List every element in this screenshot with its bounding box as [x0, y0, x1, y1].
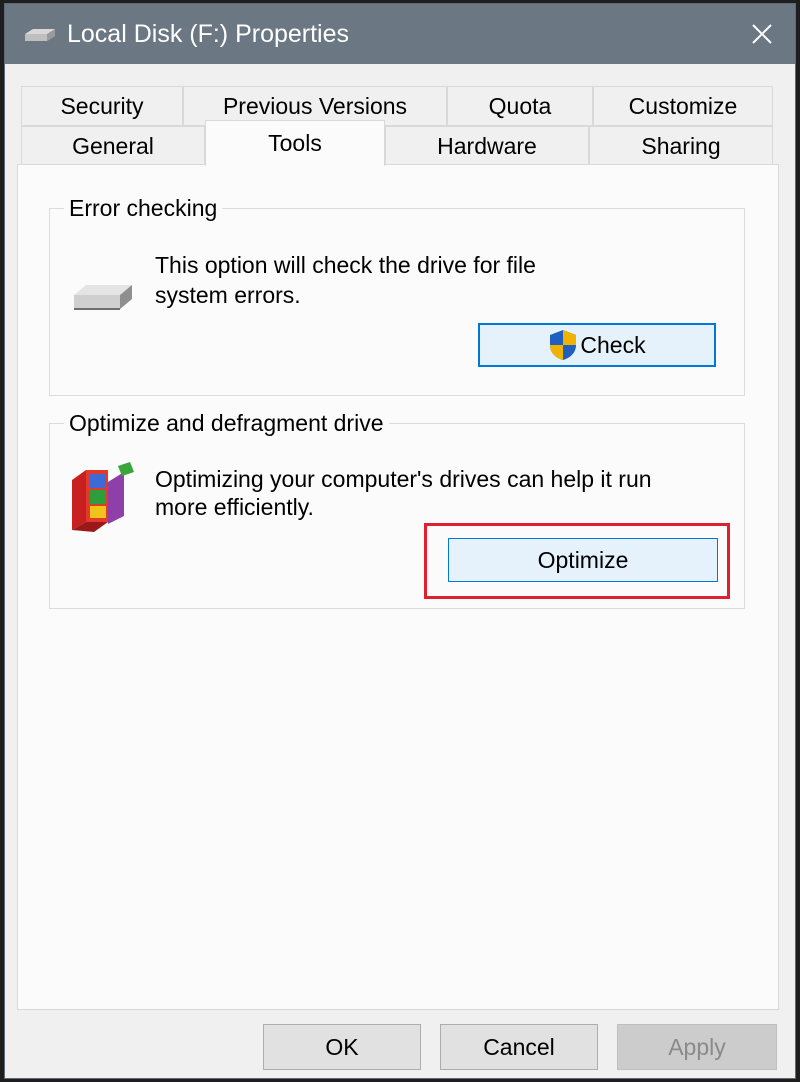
tab-hardware[interactable]: Hardware — [385, 126, 589, 166]
error-checking-description-line1: This option will check the drive for fil… — [155, 252, 536, 278]
tab-customize[interactable]: Customize — [593, 86, 773, 126]
tab-tools[interactable]: Tools — [205, 120, 385, 166]
title-bar[interactable]: Local Disk (F:) Properties — [5, 4, 795, 64]
check-button-label: Check — [580, 331, 646, 358]
tools-tab-panel: Error checking This option will check th… — [17, 164, 779, 1010]
defrag-icon — [72, 462, 134, 532]
hard-drive-icon — [74, 285, 132, 310]
optimize-description-line2: more efficiently. — [155, 494, 314, 520]
apply-button[interactable]: Apply — [617, 1024, 777, 1070]
check-button[interactable]: Check — [478, 323, 716, 367]
optimize-description-line1: Optimizing your computer's drives can he… — [155, 466, 652, 492]
optimize-title: Optimize and defragment drive — [64, 408, 389, 438]
error-checking-title: Error checking — [64, 193, 223, 223]
tab-security[interactable]: Security — [21, 86, 183, 126]
cancel-button[interactable]: Cancel — [440, 1024, 598, 1070]
drive-icon — [25, 29, 55, 41]
tab-strip: Security Previous Versions Quota Customi… — [5, 64, 795, 168]
tab-quota[interactable]: Quota — [447, 86, 593, 126]
error-checking-description-line2: system errors. — [155, 282, 301, 308]
error-checking-group: Error checking This option will check th… — [49, 193, 745, 396]
tab-sharing[interactable]: Sharing — [589, 126, 773, 166]
close-icon — [752, 24, 772, 44]
optimize-group: Optimize and defragment drive Optimizing… — [49, 408, 745, 609]
uac-shield-icon — [550, 330, 577, 360]
window-title: Local Disk (F:) Properties — [67, 20, 350, 48]
ok-button[interactable]: OK — [263, 1024, 421, 1070]
tab-general[interactable]: General — [21, 126, 205, 166]
properties-dialog: Local Disk (F:) Properties Security Prev… — [4, 3, 796, 1079]
close-button[interactable] — [729, 4, 795, 64]
optimize-button[interactable]: Optimize — [448, 538, 718, 582]
